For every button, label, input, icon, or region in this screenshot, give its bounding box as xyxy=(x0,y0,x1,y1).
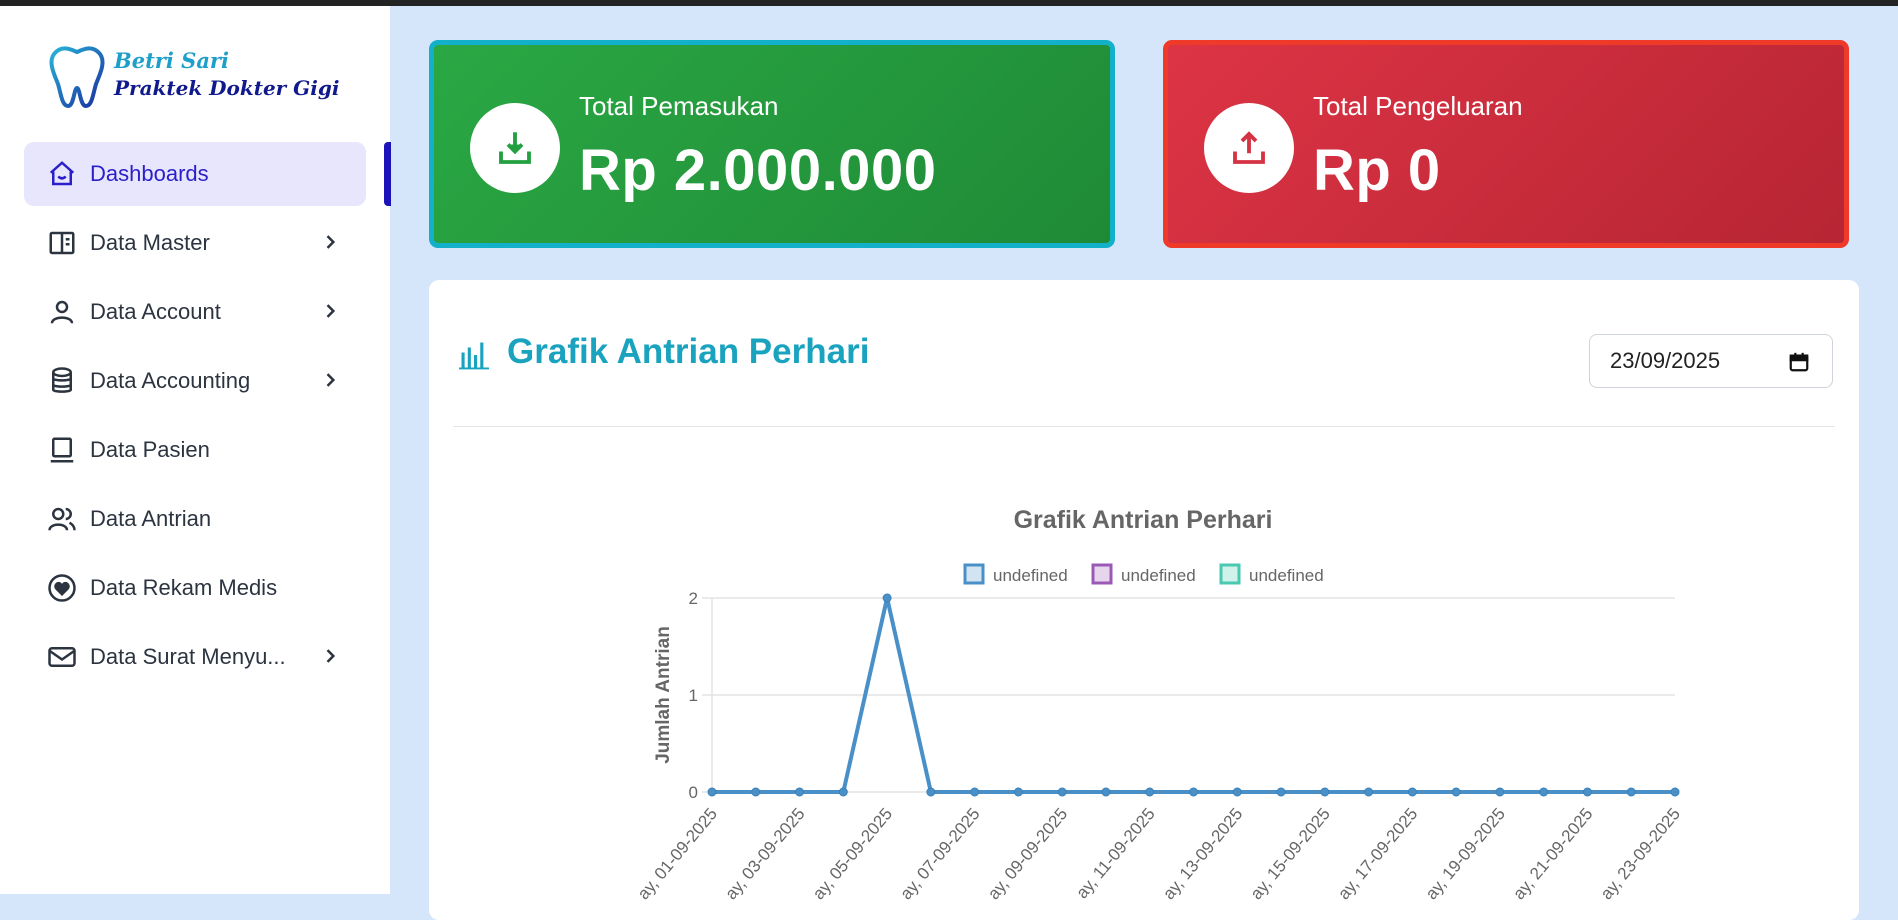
sidebar-item-data-rekam-medis[interactable]: Data Rekam Medis xyxy=(24,556,366,620)
x-tick-label: ay, 05-09-2025 xyxy=(809,804,896,900)
user-icon xyxy=(46,296,78,328)
sidebar-item-label: Dashboards xyxy=(90,161,209,186)
expense-icon-circle xyxy=(1204,103,1294,193)
sidebar-item-label: Data Account xyxy=(90,299,221,324)
chevron-right-icon xyxy=(320,301,340,327)
data-point xyxy=(970,787,980,797)
sidebar-item-label: Data Antrian xyxy=(90,506,212,531)
brand-logo[interactable]: Betri Sari Praktek Dokter Gigi xyxy=(46,40,356,110)
x-tick-label: ay, 07-09-2025 xyxy=(896,804,983,900)
income-title: Total Pemasukan xyxy=(579,91,779,121)
sidebar-item-data-account[interactable]: Data Account xyxy=(24,280,366,344)
sidebar-item-data-pasien[interactable]: Data Pasien xyxy=(24,418,366,482)
expense-value: Rp 0 xyxy=(1313,138,1441,203)
queue-chart-panel: Grafik Antrian Perhari 23/09/2025 Grafik… xyxy=(429,280,1859,920)
data-point xyxy=(1495,787,1505,797)
chevron-right-icon xyxy=(320,232,340,258)
data-point xyxy=(882,593,892,603)
data-point xyxy=(1013,787,1023,797)
sidebar-nav: Dashboards Data Master Data Account Data… xyxy=(24,142,366,694)
mail-icon xyxy=(46,641,78,673)
data-point xyxy=(751,787,761,797)
legend-label: undefined xyxy=(993,566,1068,585)
data-point xyxy=(1582,787,1592,797)
sidebar-item-data-surat[interactable]: Data Surat Menyu... xyxy=(24,625,366,689)
tooth-icon xyxy=(49,46,105,109)
x-tick-label: ay, 23-09-2025 xyxy=(1597,804,1684,900)
x-tick-label: ay, 01-09-2025 xyxy=(634,804,721,900)
date-picker-input[interactable]: 23/09/2025 xyxy=(1589,334,1833,388)
y-tick-label: 2 xyxy=(689,589,698,608)
x-tick-label: ay, 03-09-2025 xyxy=(721,804,808,900)
sidebar-item-label: Data Surat Menyu... xyxy=(90,644,286,669)
income-value: Rp 2.000.000 xyxy=(579,138,937,203)
brand-name: Betri Sari xyxy=(114,48,229,73)
bar-chart-icon xyxy=(459,340,489,375)
x-tick-label: ay, 13-09-2025 xyxy=(1159,804,1246,900)
data-point xyxy=(1451,787,1461,797)
sidebar-item-label: Data Rekam Medis xyxy=(90,575,278,600)
chevron-right-icon xyxy=(320,646,340,672)
upload-icon xyxy=(1233,131,1265,164)
data-point xyxy=(1670,787,1680,797)
x-tick-label: ay, 19-09-2025 xyxy=(1422,804,1509,900)
data-point xyxy=(1407,787,1417,797)
data-point xyxy=(1364,787,1374,797)
sidebar-item-data-master[interactable]: Data Master xyxy=(24,211,366,275)
x-tick-label: ay, 15-09-2025 xyxy=(1247,804,1334,900)
sidebar-item-data-accounting[interactable]: Data Accounting xyxy=(24,349,366,413)
data-point xyxy=(1276,787,1286,797)
users-icon xyxy=(46,503,78,535)
income-icon-circle xyxy=(470,103,560,193)
sidebar: Betri Sari Praktek Dokter Gigi Dashboard… xyxy=(0,6,390,894)
legend-swatch xyxy=(963,563,985,585)
x-tick-label: ay, 11-09-2025 xyxy=(1072,804,1158,900)
data-point xyxy=(1101,787,1111,797)
legend-label: undefined xyxy=(1249,566,1324,585)
active-nav-marker xyxy=(384,142,391,206)
panel-divider xyxy=(453,426,1835,427)
sidebar-item-dashboards[interactable]: Dashboards xyxy=(24,142,366,206)
data-point xyxy=(926,787,936,797)
home-icon xyxy=(46,158,78,190)
data-point xyxy=(795,787,805,797)
data-point xyxy=(1626,787,1636,797)
x-tick-label: ay, 09-09-2025 xyxy=(984,804,1071,900)
x-tick-label: ay, 17-09-2025 xyxy=(1334,804,1421,900)
sidebar-item-label: Data Master xyxy=(90,230,210,255)
laptop-icon xyxy=(46,434,78,466)
sidebar-item-label: Data Pasien xyxy=(90,437,210,462)
book-icon xyxy=(46,227,78,259)
date-value: 23/09/2025 xyxy=(1610,348,1721,373)
data-point xyxy=(707,787,717,797)
y-tick-label: 1 xyxy=(689,686,698,705)
heart-circle-icon xyxy=(46,572,78,604)
legend-label: undefined xyxy=(1121,566,1196,585)
expense-card: Total Pengeluaran Rp 0 xyxy=(1163,40,1849,248)
legend-swatch xyxy=(1219,563,1241,585)
data-point xyxy=(1189,787,1198,797)
sidebar-item-data-antrian[interactable]: Data Antrian xyxy=(24,487,366,551)
data-point xyxy=(838,787,848,797)
data-point xyxy=(1057,787,1067,797)
download-icon xyxy=(499,132,531,164)
data-point xyxy=(1145,787,1155,797)
data-point xyxy=(1232,787,1242,797)
legend-swatch xyxy=(1091,563,1113,585)
y-tick-label: 0 xyxy=(689,783,698,802)
sidebar-item-label: Data Accounting xyxy=(90,368,251,393)
brand-subtitle: Praktek Dokter Gigi xyxy=(114,76,340,100)
income-card: Total Pemasukan Rp 2.000.000 xyxy=(429,40,1115,248)
expense-title: Total Pengeluaran xyxy=(1313,91,1523,121)
data-point xyxy=(1539,787,1549,797)
chart-title: Grafik Antrian Perhari xyxy=(1014,506,1273,534)
database-icon xyxy=(46,365,78,397)
y-axis-label: Jumlah Antrian xyxy=(653,626,674,764)
data-point xyxy=(1320,787,1330,797)
calendar-icon[interactable] xyxy=(1788,351,1810,379)
queue-line-chart: Grafik Antrian Perhari undefined undefined… xyxy=(634,506,1684,900)
chevron-right-icon xyxy=(320,370,340,396)
panel-title: Grafik Antrian Perhari xyxy=(507,332,870,371)
x-tick-label: ay, 21-09-2025 xyxy=(1509,804,1596,900)
